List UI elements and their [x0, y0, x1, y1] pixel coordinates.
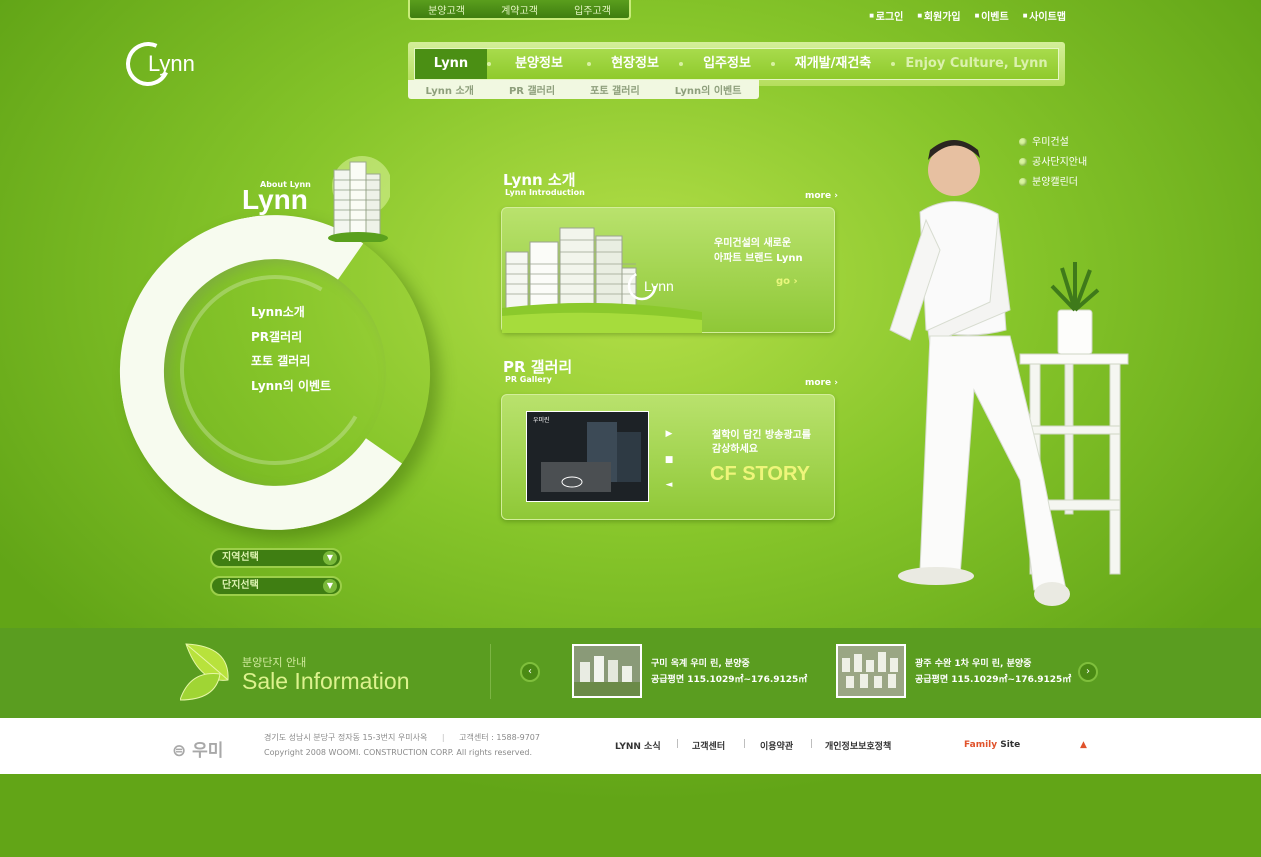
- nav-site-info[interactable]: 현장정보: [591, 49, 679, 79]
- customer-tabs: 분양고객 계약고객 입주고객: [408, 0, 631, 20]
- construction-site-link[interactable]: 공사단지안내: [1019, 153, 1087, 168]
- footer-separator: |: [441, 733, 445, 742]
- about-menu-photo-gallery[interactable]: 포토 갤러리: [251, 352, 310, 369]
- nav-sale-info[interactable]: 분양정보: [491, 49, 587, 79]
- family-site-select[interactable]: Family Site: [964, 740, 1020, 750]
- footer: ⊜ 우미 경기도 성남시 분당구 정자동 15-3번지 우미사옥 | 고객센터 …: [0, 718, 1261, 774]
- woomi-construction-link[interactable]: 우미건설: [1019, 133, 1069, 148]
- sale-thumb-2[interactable]: [836, 644, 906, 698]
- sale-thumb-1[interactable]: [572, 644, 642, 698]
- apartment-image: Lynn: [502, 227, 702, 333]
- intro-line2: 아파트 브랜드 Lynn: [714, 253, 803, 264]
- about-menu-lynn-event[interactable]: Lynn의 이벤트: [251, 377, 331, 394]
- footer-logo-text: 우미: [192, 741, 224, 761]
- login-link[interactable]: 로그인: [869, 8, 904, 23]
- nav-lynn[interactable]: Lynn: [415, 49, 487, 79]
- pr-subtitle: PR Gallery: [505, 375, 552, 384]
- utility-links: 로그인 회원가입 이벤트 사이트맵: [869, 8, 1066, 23]
- pr-panel: 우미린 ▶ ■ ◄ 철학이 담긴 방송광고를 감상하세요 CF STORY: [501, 394, 835, 520]
- lynn-logo[interactable]: Lynn: [119, 35, 201, 93]
- footer-link-privacy[interactable]: 개인정보보호정책: [825, 739, 891, 752]
- about-menu-lynn-intro[interactable]: Lynn소개: [251, 303, 305, 320]
- stop-icon[interactable]: ■: [662, 453, 676, 467]
- divider: [490, 644, 491, 699]
- woomi-logo-icon: ⊜: [172, 741, 187, 761]
- sale-item-1-name[interactable]: 구미 옥계 우미 린, 분양중: [651, 656, 750, 669]
- sitemap-link[interactable]: 사이트맵: [1023, 8, 1066, 23]
- cf-story-link[interactable]: CF STORY: [710, 463, 810, 486]
- intro-subtitle: Lynn Introduction: [505, 188, 585, 197]
- video-label: 우미린: [533, 416, 550, 424]
- leaf-icon: [180, 643, 229, 701]
- chevron-up-icon[interactable]: ▲: [1080, 740, 1087, 750]
- sale-info-band: 분양단지 안내 Sale Information ‹ 구미 옥계 우미 린, 분…: [0, 628, 1261, 718]
- video-frame: 우미린: [527, 412, 648, 501]
- footer-separator: |: [810, 739, 814, 749]
- tab-sale-customer[interactable]: 분양고객: [428, 2, 465, 17]
- subnav-lynn-intro[interactable]: Lynn 소개: [426, 82, 474, 97]
- event-link[interactable]: 이벤트: [975, 8, 1009, 23]
- about-big-title: Lynn: [242, 184, 308, 215]
- pr-title: PR 갤러리: [503, 358, 573, 376]
- footer-address: 경기도 성남시 분당구 정자동 15-3번지 우미사옥: [264, 733, 428, 742]
- complex-select[interactable]: 단지선택 ▼: [210, 576, 342, 596]
- family-site-label-b: Site: [997, 740, 1021, 750]
- intro-line1: 우미건설의 새로운: [714, 238, 792, 249]
- prev-arrow-icon[interactable]: ‹: [520, 662, 540, 682]
- about-menu-pr-gallery[interactable]: PR갤러리: [251, 328, 302, 345]
- intro-go-link[interactable]: go ›: [776, 276, 798, 287]
- subnav-photo-gallery[interactable]: 포토 갤러리: [590, 82, 639, 97]
- footer-link-terms[interactable]: 이용약관: [760, 739, 793, 752]
- sub-nav: Lynn 소개 PR 갤러리 포토 갤러리 Lynn의 이벤트: [408, 80, 759, 99]
- family-site-label-a: Family: [964, 740, 998, 750]
- signup-link[interactable]: 회원가입: [917, 8, 961, 23]
- region-select[interactable]: 지역선택 ▼: [210, 548, 342, 568]
- sale-calendar-link[interactable]: 분양캘린더: [1019, 173, 1078, 188]
- cf-video-player[interactable]: 우미린: [526, 411, 649, 502]
- footer-logo: ⊜ 우미: [172, 736, 223, 761]
- sale-item-1-area: 공급평면 115.1029㎡~176.9125㎡: [651, 675, 808, 685]
- intro-panel[interactable]: Lynn 우미건설의 새로운 아파트 브랜드 Lynn go ›: [501, 207, 835, 333]
- sale-item-2-area: 공급평면 115.1029㎡~176.9125㎡: [915, 675, 1072, 685]
- logo-text: Lynn: [148, 51, 195, 76]
- pr-more-link[interactable]: more ›: [805, 378, 838, 388]
- tab-resident-customer[interactable]: 입주고객: [574, 2, 611, 17]
- nav-redevelopment[interactable]: 재개발/재건축: [775, 49, 891, 79]
- subnav-pr-gallery[interactable]: PR 갤러리: [509, 82, 555, 97]
- footer-separator: |: [743, 739, 747, 749]
- subnav-lynn-event[interactable]: Lynn의 이벤트: [675, 82, 742, 97]
- tab-contract-customer[interactable]: 계약고객: [501, 2, 538, 17]
- nav-move-in-info[interactable]: 입주정보: [683, 49, 771, 79]
- brand-model-image: [889, 140, 1129, 606]
- intro-more-link[interactable]: more ›: [805, 191, 838, 201]
- footer-separator: |: [676, 739, 680, 749]
- play-icon[interactable]: ▶: [662, 427, 676, 441]
- footer-customer-center: 고객센터 : 1588-9707: [459, 733, 540, 742]
- building-illustration: [328, 156, 390, 242]
- nav-enjoy-culture[interactable]: Enjoy Culture, Lynn: [895, 49, 1058, 79]
- chevron-down-icon: ▼: [323, 551, 337, 565]
- region-select-label: 지역선택: [222, 552, 259, 563]
- volume-icon[interactable]: ◄: [662, 478, 676, 492]
- footer-copyright: Copyright 2008 WOOMI. CONSTRUCTION CORP.…: [264, 748, 533, 757]
- complex-select-label: 단지선택: [222, 580, 259, 591]
- sale-item-2-name[interactable]: 광주 수완 1차 우미 린, 분양중: [915, 656, 1031, 669]
- intro-title: Lynn 소개: [503, 171, 576, 189]
- footer-link-customer-center[interactable]: 고객센터: [692, 739, 725, 752]
- intro-image-logo: Lynn: [644, 278, 674, 294]
- footer-link-lynn-news[interactable]: LYNN 소식: [615, 739, 661, 752]
- pr-line1: 철학이 담긴 방송광고를: [712, 430, 811, 441]
- chevron-down-icon: ▼: [323, 579, 337, 593]
- sale-info-title: Sale Information: [242, 668, 410, 694]
- next-arrow-icon[interactable]: ›: [1078, 662, 1098, 682]
- pr-line2: 감상하세요: [712, 444, 758, 455]
